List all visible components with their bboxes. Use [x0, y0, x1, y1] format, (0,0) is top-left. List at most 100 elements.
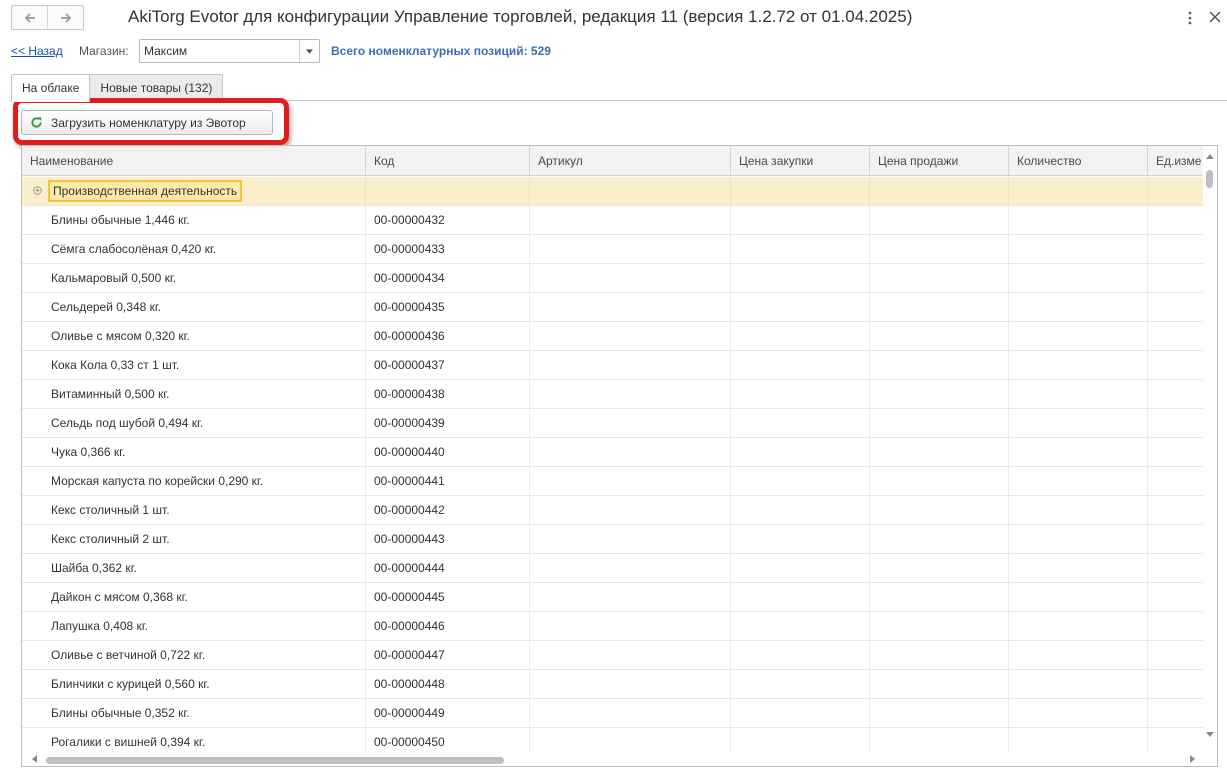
table-row[interactable]: Блинчики с курицей 0,560 кг. 00-00000448	[22, 670, 1217, 699]
expand-plus-icon[interactable]	[33, 186, 42, 195]
table-cell	[530, 409, 731, 437]
table-cell	[530, 641, 731, 669]
horizontal-scroll-thumb[interactable]	[46, 757, 504, 764]
item-name-cell: Блинчики с курицей 0,560 кг.	[22, 670, 366, 698]
table-cell	[870, 699, 1009, 727]
table-cell	[530, 467, 731, 495]
table-cell	[530, 322, 731, 350]
table-cell	[530, 496, 731, 524]
column-header-code[interactable]: Код	[366, 146, 530, 176]
table-row[interactable]: Сёмга слабосолёная 0,420 кг. 00-00000433	[22, 235, 1217, 264]
table-group-row[interactable]: Производственная деятельность	[22, 177, 1217, 206]
more-button[interactable]	[1183, 8, 1197, 28]
table-cell	[870, 612, 1009, 640]
forward-button[interactable]	[47, 6, 83, 29]
table-row[interactable]: Блины обычные 0,352 кг. 00-00000449	[22, 699, 1217, 728]
table-cell	[1009, 380, 1148, 408]
table-cell	[1009, 293, 1148, 321]
table-cell	[1009, 699, 1148, 727]
item-name-cell: Шайба 0,362 кг.	[22, 554, 366, 582]
item-code-cell: 00-00000440	[366, 438, 530, 466]
navigation-buttons	[11, 5, 84, 30]
scroll-down-icon[interactable]	[1206, 732, 1214, 737]
table-row[interactable]: Оливье с ветчиной 0,722 кг. 00-00000447	[22, 641, 1217, 670]
tab-new-products[interactable]: Новые товары (132)	[89, 74, 224, 101]
load-nomenclature-button[interactable]: Загрузить номенклатуру из Эвотор	[21, 110, 273, 135]
arrow-left-icon	[24, 12, 35, 23]
horizontal-scrollbar[interactable]	[22, 752, 1217, 766]
scroll-up-icon[interactable]	[1206, 154, 1214, 159]
table-row[interactable]: Морская капуста по корейски 0,290 кг. 00-…	[22, 467, 1217, 496]
table-row[interactable]: Сельдь под шубой 0,494 кг. 00-00000439	[22, 409, 1217, 438]
table-cell	[1009, 467, 1148, 495]
scroll-left-icon[interactable]	[32, 755, 37, 763]
table-row[interactable]: Чука 0,366 кг. 00-00000440	[22, 438, 1217, 467]
table-cell	[870, 206, 1009, 234]
chevron-down-icon	[306, 48, 313, 54]
table-cell	[870, 670, 1009, 698]
item-code-cell: 00-00000436	[366, 322, 530, 350]
table-cell	[530, 438, 731, 466]
item-code-cell: 00-00000441	[366, 467, 530, 495]
item-name-cell: Оливье с ветчиной 0,722 кг.	[22, 641, 366, 669]
table-cell	[1009, 670, 1148, 698]
table-row[interactable]: Лапушка 0,408 кг. 00-00000446	[22, 612, 1217, 641]
table-cell	[870, 380, 1009, 408]
table-cell	[530, 235, 731, 263]
more-vertical-icon	[1188, 11, 1192, 25]
close-button[interactable]	[1208, 10, 1222, 24]
item-code-cell: 00-00000437	[366, 351, 530, 379]
item-name-cell: Витаминный 0,500 кг.	[22, 380, 366, 408]
item-code-cell: 00-00000447	[366, 641, 530, 669]
vertical-scrollbar[interactable]	[1203, 146, 1217, 752]
item-name-cell: Дайкон с мясом 0,368 кг.	[22, 583, 366, 611]
back-link[interactable]: << Назад	[11, 44, 63, 58]
table-cell	[731, 583, 870, 611]
column-header-sale-price[interactable]: Цена продажи	[870, 146, 1009, 176]
store-select[interactable]: Максим	[139, 39, 320, 63]
total-positions-label: Всего номенклатурных позиций: 529	[331, 44, 551, 58]
table-row[interactable]: Кальмаровый 0,500 кг. 00-00000434	[22, 264, 1217, 293]
back-button[interactable]	[12, 6, 47, 29]
item-name-cell: Блины обычные 1,446 кг.	[22, 206, 366, 234]
table-row[interactable]: Шайба 0,362 кг. 00-00000444	[22, 554, 1217, 583]
column-header-article[interactable]: Артикул	[530, 146, 731, 176]
table-cell	[731, 409, 870, 437]
table-row[interactable]: Сельдерей 0,348 кг. 00-00000435	[22, 293, 1217, 322]
table-cell	[731, 380, 870, 408]
vertical-scroll-thumb[interactable]	[1206, 170, 1213, 188]
column-header-purchase-price[interactable]: Цена закупки	[731, 146, 870, 176]
tab-on-cloud[interactable]: На облаке	[11, 74, 91, 102]
refresh-icon	[31, 117, 42, 128]
table-cell	[1009, 206, 1148, 234]
column-header-quantity[interactable]: Количество	[1009, 146, 1148, 176]
table-cell	[1009, 612, 1148, 640]
table-row[interactable]: Кекс столичный 1 шт. 00-00000442	[22, 496, 1217, 525]
table-cell	[1009, 496, 1148, 524]
window-title: AkiTorg Evotor для конфигурации Управлен…	[128, 7, 913, 26]
item-code-cell: 00-00000443	[366, 525, 530, 553]
table-cell	[1009, 554, 1148, 582]
arrow-right-icon	[60, 12, 71, 23]
close-icon	[1209, 11, 1221, 23]
scroll-right-icon[interactable]	[1190, 755, 1195, 763]
table-row[interactable]: Кекс столичный 2 шт. 00-00000443	[22, 525, 1217, 554]
nomenclature-table: Наименование Код Артикул Цена закупки Це…	[21, 145, 1218, 767]
table-cell	[1009, 641, 1148, 669]
table-body: Производственная деятельность Блины обыч…	[22, 177, 1217, 757]
item-code-cell: 00-00000445	[366, 583, 530, 611]
table-cell	[1009, 322, 1148, 350]
tab-bar: На облаке Новые товары (132)	[11, 74, 224, 102]
table-row[interactable]: Витаминный 0,500 кг. 00-00000438	[22, 380, 1217, 409]
table-row[interactable]: Кока Кола 0,33 ст 1 шт. 00-00000437	[22, 351, 1217, 380]
column-header-name[interactable]: Наименование	[22, 146, 366, 176]
table-row[interactable]: Блины обычные 1,446 кг. 00-00000432	[22, 206, 1217, 235]
table-cell	[731, 438, 870, 466]
item-code-cell: 00-00000438	[366, 380, 530, 408]
table-row[interactable]: Дайкон с мясом 0,368 кг. 00-00000445	[22, 583, 1217, 612]
table-row[interactable]: Оливье с мясом 0,320 кг. 00-00000436	[22, 322, 1217, 351]
table-cell	[870, 409, 1009, 437]
item-code-cell: 00-00000448	[366, 670, 530, 698]
dropdown-button[interactable]	[299, 40, 319, 62]
item-name-cell: Кальмаровый 0,500 кг.	[22, 264, 366, 292]
